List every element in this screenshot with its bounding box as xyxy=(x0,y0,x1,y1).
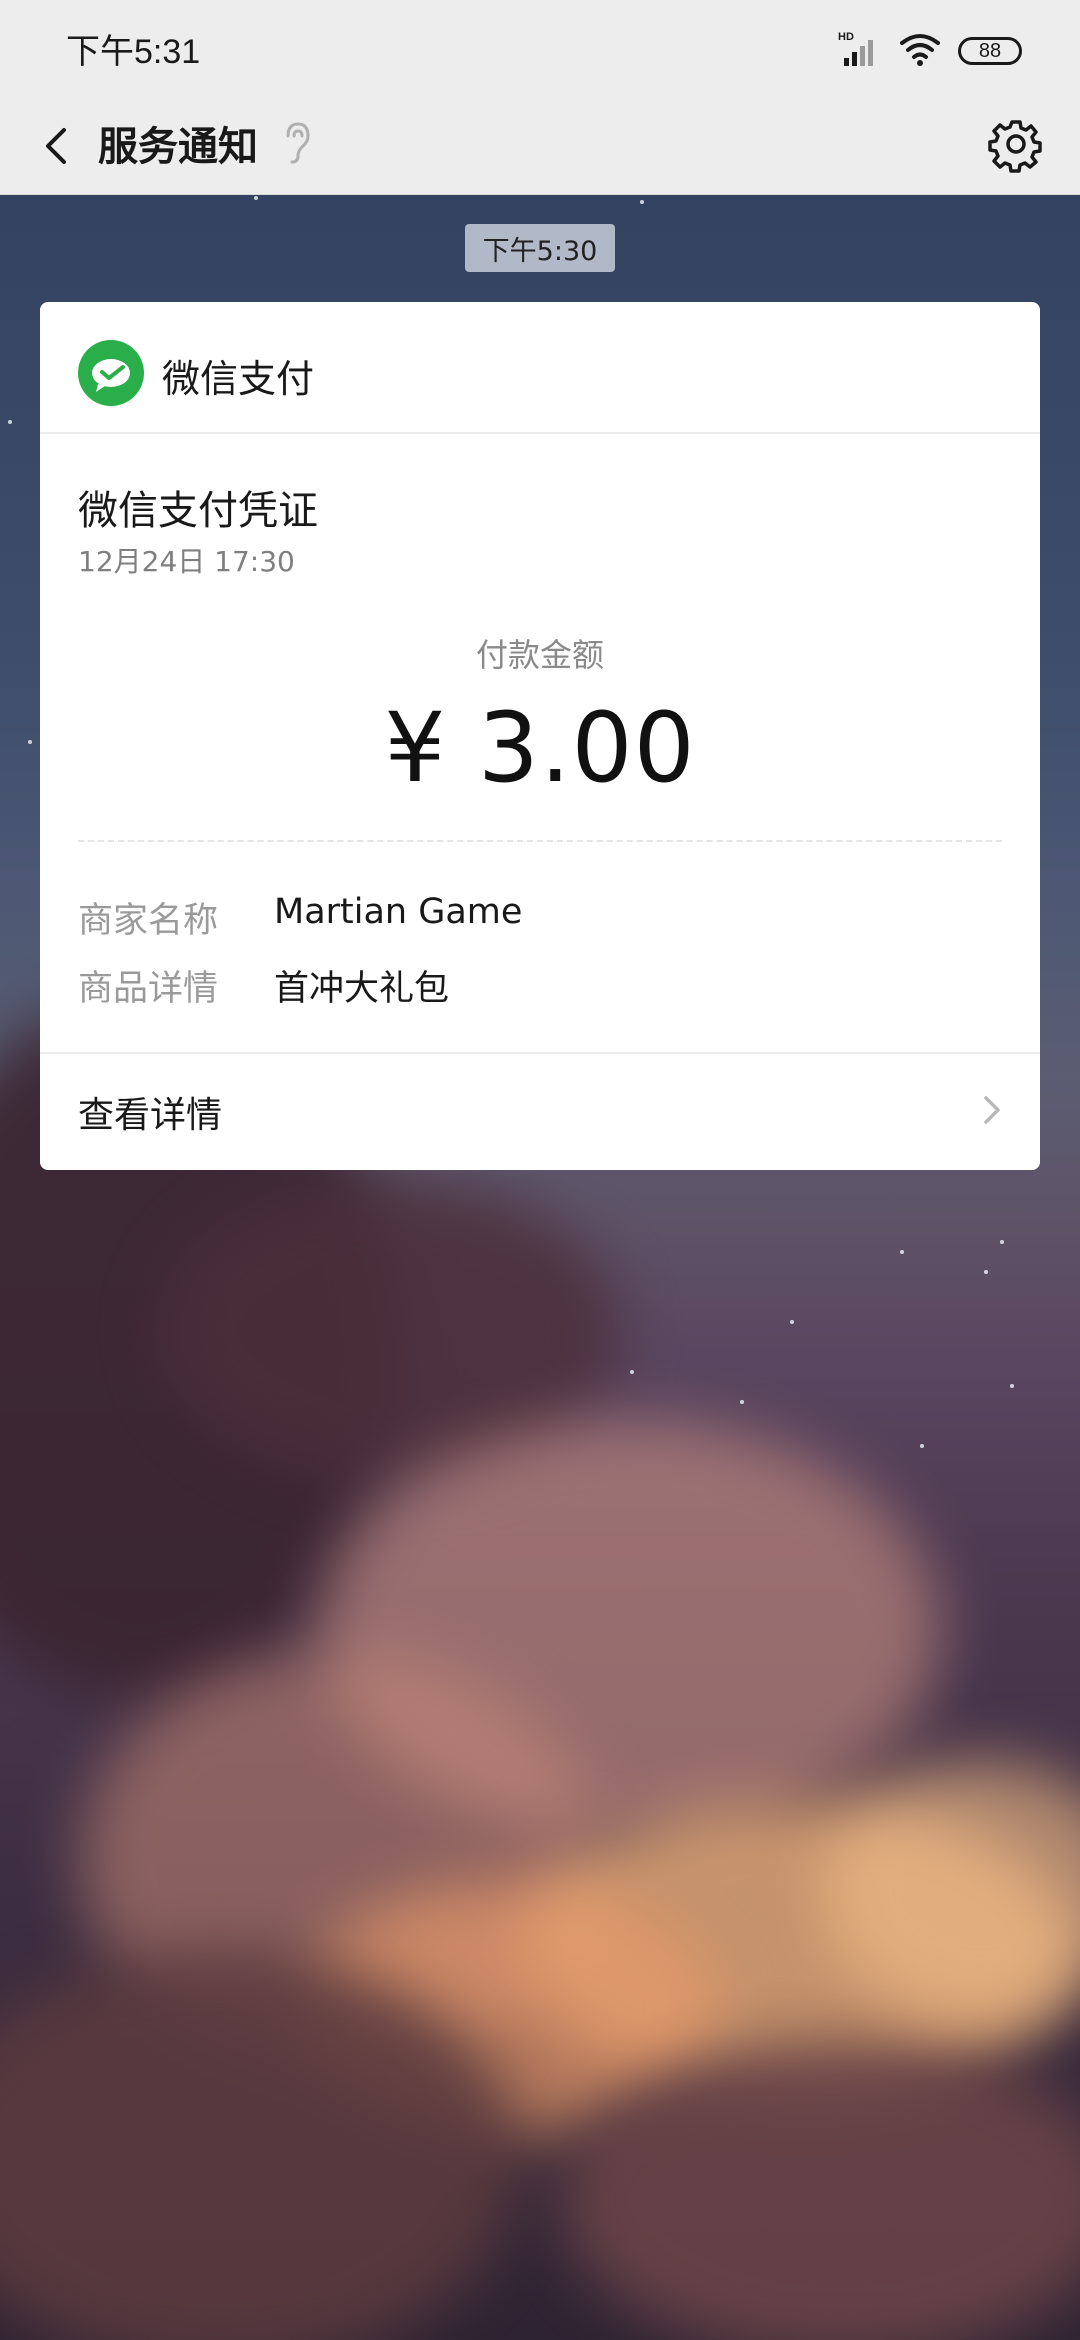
screen: 下午5:31 HD 88 服务通知 下午5:30 微信支付 微信支付凭证 12月… xyxy=(0,0,1080,2340)
payment-voucher-card[interactable]: 微信支付 微信支付凭证 12月24日 17:30 付款金额 ¥ 3.00 商家名… xyxy=(40,302,1040,1170)
view-details-button[interactable]: 查看详情 xyxy=(40,1052,1040,1170)
detail-key: 商家名称 xyxy=(78,901,219,941)
status-time: 下午5:31 xyxy=(66,33,201,71)
chevron-right-icon xyxy=(978,1090,1006,1130)
wechat-pay-logo-icon xyxy=(78,340,144,406)
settings-button[interactable] xyxy=(986,114,1046,174)
voucher-date: 12月24日 17:30 xyxy=(78,545,295,578)
chevron-left-icon xyxy=(46,128,66,164)
page-title: 服务通知 xyxy=(98,124,258,170)
brand-name: 微信支付 xyxy=(162,357,315,401)
dashed-divider xyxy=(78,840,1002,842)
gear-icon xyxy=(988,120,1042,173)
amount-value: ¥ 3.00 xyxy=(384,692,696,804)
card-header: 微信支付 xyxy=(40,302,1040,434)
battery-indicator: 88 xyxy=(958,37,1022,65)
detail-value: Martian Game xyxy=(274,892,523,932)
status-icons: HD 88 xyxy=(838,30,1022,72)
view-details-label: 查看详情 xyxy=(78,1095,223,1136)
amount-label: 付款金额 xyxy=(475,636,604,674)
nav-bar: 服务通知 xyxy=(0,96,1080,195)
detail-key: 商品详情 xyxy=(78,969,219,1009)
wifi-icon xyxy=(898,31,942,71)
detail-value: 首冲大礼包 xyxy=(274,969,450,1009)
cellular-signal-icon: HD xyxy=(838,30,882,72)
signal-hd-label: HD xyxy=(838,31,854,43)
ear-icon xyxy=(280,120,316,166)
voucher-title: 微信支付凭证 xyxy=(78,488,318,534)
message-timestamp: 下午5:30 xyxy=(465,224,615,272)
status-bar: 下午5:31 HD 88 xyxy=(0,0,1080,96)
back-button[interactable] xyxy=(28,116,88,176)
